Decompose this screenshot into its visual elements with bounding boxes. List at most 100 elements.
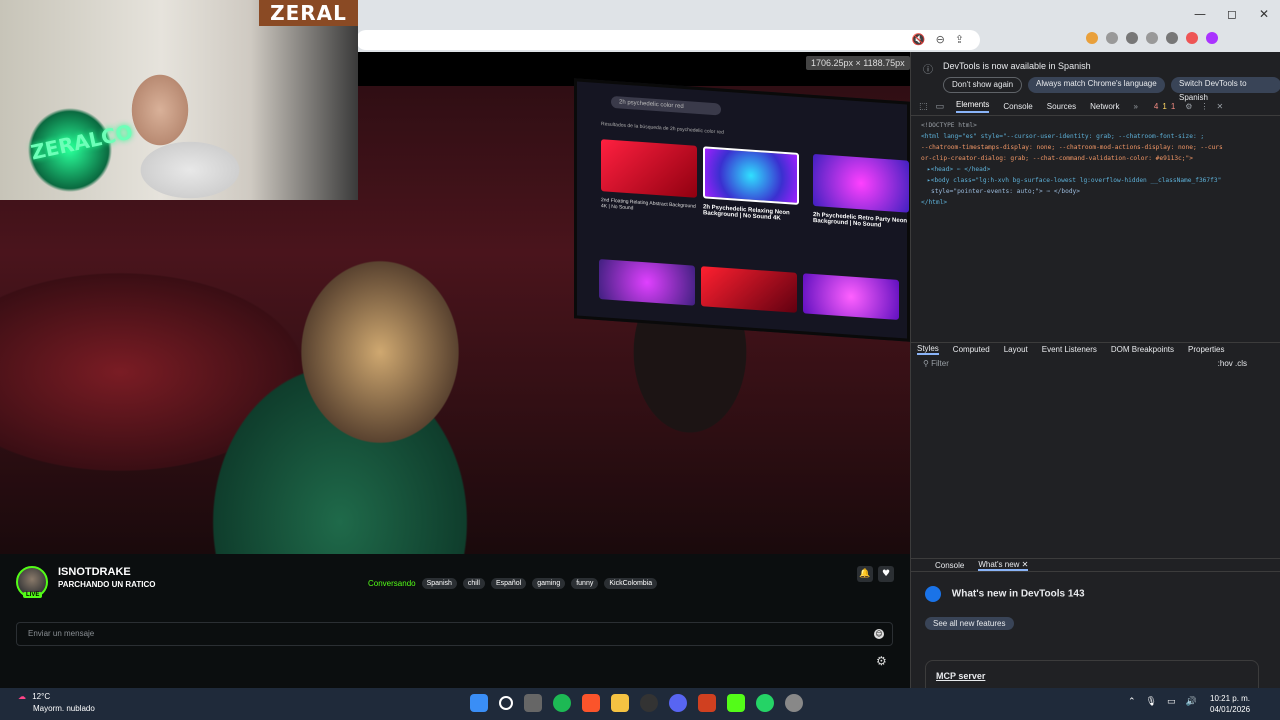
discord-icon[interactable] — [669, 694, 687, 712]
warning-count[interactable]: 1 — [1162, 102, 1166, 111]
code-line[interactable]: ▸<body class="lg:h-xvh bg-surface-lowest… — [921, 175, 1279, 186]
tag-gaming[interactable]: gaming — [532, 578, 566, 589]
extension-icon[interactable] — [1166, 32, 1178, 44]
tv-video-title: 2h Psychedelic Relaxing Neon Background … — [703, 204, 790, 222]
devtools-panel: ⓘ DevTools is now available in Spanish D… — [910, 52, 1280, 690]
tab-elements[interactable]: Elements — [956, 100, 990, 113]
address-bar[interactable]: 🔇 ⊖ ⇪ — [356, 30, 980, 50]
issue-count[interactable]: 1 — [1171, 102, 1175, 111]
styles-tabs: Styles Computed Layout Event Listeners D… — [911, 342, 1280, 356]
clock[interactable]: 10:21 p. m. 04/01/2026 — [1210, 693, 1250, 715]
extension-icons — [1086, 32, 1218, 44]
device-toolbar-icon[interactable]: ▭ — [936, 102, 945, 112]
tv-video-title: 2nd Floating Relating Abstract Backgroun… — [601, 197, 696, 212]
shield-icon[interactable] — [1186, 32, 1198, 44]
whatsapp-icon[interactable] — [756, 694, 774, 712]
tv-thumbnail — [703, 146, 799, 205]
tab-console[interactable]: Console — [1003, 102, 1032, 111]
tab-styles[interactable]: Styles — [917, 344, 939, 355]
clock-date: 04/01/2026 — [1210, 705, 1251, 714]
tag-espanol[interactable]: Español — [490, 578, 527, 589]
chat-placeholder: Enviar un mensaje — [28, 629, 95, 638]
stream-actions: 🔔 ♥ — [857, 566, 894, 582]
close-window-button[interactable]: ✕ — [1248, 0, 1280, 28]
category-link[interactable]: Conversando — [368, 579, 416, 588]
code-line[interactable]: --chatroom-timestamps-display: none; --c… — [921, 142, 1279, 153]
match-chrome-language-button[interactable]: Always match Chrome's language — [1028, 77, 1165, 93]
network-icon[interactable]: ▭ — [1167, 697, 1176, 707]
minimize-button[interactable]: — — [1184, 0, 1216, 28]
more-options-icon[interactable]: ⋮ — [1200, 102, 1208, 111]
system-tray: ⌃ 🎙 ▭ 🔊 — [1128, 697, 1197, 707]
tag-spanish[interactable]: Spanish — [421, 578, 457, 589]
more-tabs-icon[interactable]: » — [1133, 102, 1137, 111]
tab-sources[interactable]: Sources — [1047, 102, 1076, 111]
extension-icon[interactable] — [1126, 32, 1138, 44]
microphone-icon[interactable]: 🎙 — [1146, 697, 1157, 707]
code-line[interactable]: <html lang="es" style="--cursor-user-ide… — [921, 131, 1279, 142]
mute-icon[interactable]: 🔇 — [912, 33, 926, 46]
channel-logo: ZERAL — [259, 0, 358, 26]
mcp-server-link[interactable]: MCP server — [925, 660, 1259, 690]
tv-search-bar: 2h psychedelic color red — [611, 95, 721, 116]
chrome-icon[interactable] — [640, 694, 658, 712]
brave-icon[interactable] — [582, 694, 600, 712]
kick-icon[interactable] — [727, 694, 745, 712]
settings-gear-icon[interactable]: ⚙ — [1185, 102, 1192, 111]
dont-show-again-button[interactable]: Don't show again — [943, 77, 1023, 93]
tag-kickcolombia[interactable]: KickColombia — [604, 578, 658, 589]
inspect-icon[interactable]: ⬚ — [919, 102, 928, 112]
puzzle-icon[interactable] — [1106, 32, 1118, 44]
code-line[interactable]: <!DOCTYPE html> — [921, 120, 1279, 131]
drawer-tab-whats-new[interactable]: What's new ✕ — [978, 560, 1029, 571]
volume-icon[interactable]: 🔊 — [1186, 697, 1197, 707]
maximize-button[interactable]: ◻ — [1216, 0, 1248, 28]
tag-funny[interactable]: funny — [571, 578, 599, 589]
extension-icon[interactable] — [1086, 32, 1098, 44]
settings-icon[interactable] — [785, 694, 803, 712]
tv-video-title: 2h Psychedelic Retro Party Neon Backgrou… — [813, 211, 908, 229]
drawer-tab-console[interactable]: Console — [935, 561, 964, 570]
code-line[interactable]: ▸<head> ⋯ </head> — [921, 164, 1279, 175]
spotify-icon[interactable] — [553, 694, 571, 712]
notification-bell-icon[interactable]: 🔔 — [857, 566, 873, 582]
switch-to-spanish-button[interactable]: Switch DevTools to Spanish — [1171, 77, 1280, 102]
tab-network[interactable]: Network — [1090, 102, 1119, 111]
error-count[interactable]: 4 — [1154, 102, 1158, 111]
code-line[interactable]: style="pointer-events: auto;"> ⋯ </body> — [921, 186, 1279, 197]
app-icon[interactable] — [698, 694, 716, 712]
styles-filter-input[interactable]: ⚲ Filter :hov .cls — [917, 359, 1273, 371]
see-all-features-button[interactable]: See all new features — [925, 617, 1014, 630]
hov-cls-toggle[interactable]: :hov .cls — [1218, 359, 1247, 368]
sidebar-icon[interactable] — [1146, 32, 1158, 44]
tab-event-listeners[interactable]: Event Listeners — [1042, 345, 1097, 354]
tab-properties[interactable]: Properties — [1188, 345, 1224, 354]
tab-computed[interactable]: Computed — [953, 345, 990, 354]
file-explorer-icon[interactable] — [611, 694, 629, 712]
follow-heart-icon[interactable]: ♥ — [878, 566, 894, 582]
live-badge: LIVE — [23, 592, 43, 598]
share-icon[interactable]: ⇪ — [955, 33, 964, 46]
tab-layout[interactable]: Layout — [1004, 345, 1028, 354]
code-line[interactable]: or-clip-creator-dialog: grab; --chat-com… — [921, 153, 1279, 164]
tab-dom-breakpoints[interactable]: DOM Breakpoints — [1111, 345, 1174, 354]
tray-chevron-icon[interactable]: ⌃ — [1128, 697, 1136, 707]
tv-thumbnail — [601, 139, 697, 198]
weather-widget[interactable]: ☁ 12°C Mayorm. nublado — [18, 692, 95, 713]
drawer-tabs: Console What's new ✕ — [911, 558, 1280, 572]
streamer-name[interactable]: ISNOTDRAKE — [58, 566, 131, 578]
chat-settings-gear-icon[interactable]: ⚙ — [876, 654, 887, 668]
task-view-icon[interactable] — [524, 694, 542, 712]
zoom-icon[interactable]: ⊖ — [936, 33, 945, 46]
emoji-icon[interactable]: ☺ — [874, 629, 884, 639]
screen: — ◻ ✕ 🔇 ⊖ ⇪ 1706.25px × 1188.75px 2h psy… — [0, 0, 1280, 720]
start-icon[interactable] — [470, 694, 488, 712]
neon-sign: ZERALCO — [28, 119, 135, 165]
temperature: 12°C — [32, 692, 51, 701]
search-icon[interactable] — [499, 696, 513, 710]
chat-message-input[interactable]: Enviar un mensaje ☺ — [16, 622, 893, 646]
tag-chill[interactable]: chill — [462, 578, 485, 589]
code-line[interactable]: </html> — [921, 197, 1279, 208]
profile-icon[interactable] — [1206, 32, 1218, 44]
close-devtools-icon[interactable]: ✕ — [1216, 102, 1223, 111]
